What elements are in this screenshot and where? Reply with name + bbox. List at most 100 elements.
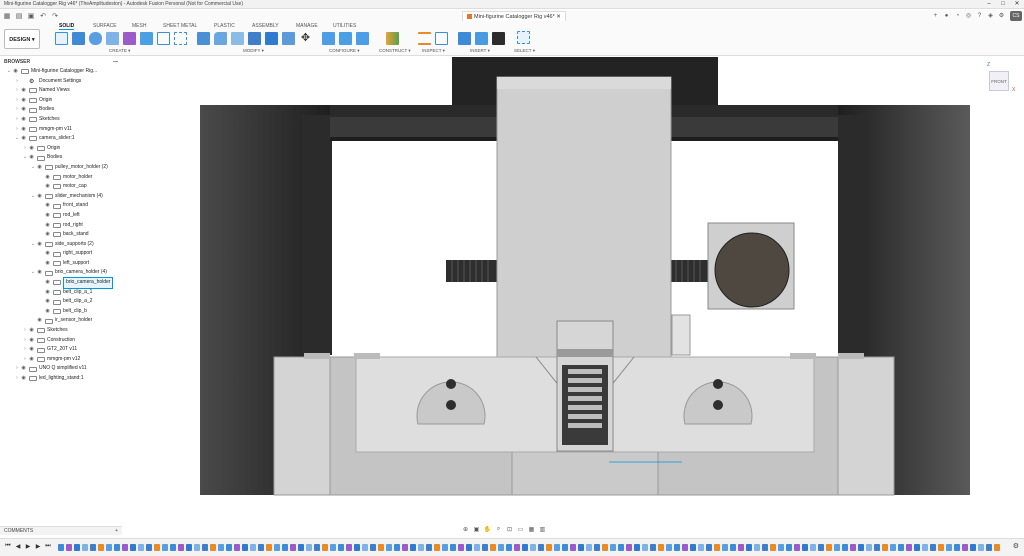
save-icon[interactable]: ▣ <box>26 12 36 21</box>
timeline-feature-icon[interactable] <box>202 544 208 551</box>
timeline-feature-icon[interactable] <box>58 544 64 551</box>
browser-row[interactable]: › ◉ Origin <box>0 144 122 154</box>
browser-row[interactable]: ◉ right_support <box>0 249 122 259</box>
job-status-icon[interactable]: ◔ <box>952 11 963 21</box>
visibility-eye-icon[interactable]: ◉ <box>20 374 27 384</box>
timeline-feature-icon[interactable] <box>138 544 144 551</box>
new-tab-icon[interactable]: + <box>930 11 941 21</box>
revolve-icon[interactable] <box>89 32 102 45</box>
insert-mesh-icon[interactable] <box>492 32 505 45</box>
visibility-eye-icon[interactable]: ◉ <box>44 288 51 298</box>
timeline-feature-icon[interactable] <box>218 544 224 551</box>
timeline-feature-icon[interactable] <box>178 544 184 551</box>
browser-row[interactable]: › ◉ mmgm-pm v11 <box>0 125 122 135</box>
timeline-feature-icon[interactable] <box>74 544 80 551</box>
timeline-feature-icon[interactable] <box>370 544 376 551</box>
combine-icon[interactable] <box>265 32 278 45</box>
visibility-eye-icon[interactable]: ◉ <box>36 163 43 173</box>
browser-row[interactable]: › ◉ UNO Q simplified v11 <box>0 364 122 374</box>
timeline-feature-icon[interactable] <box>746 544 752 551</box>
shell-icon[interactable] <box>248 32 261 45</box>
visibility-eye-icon[interactable]: ◉ <box>20 364 27 374</box>
visibility-eye-icon[interactable]: ◉ <box>44 297 51 307</box>
browser-row[interactable]: › ◉ mmgm-pm v12 <box>0 355 122 365</box>
timeline-feature-icon[interactable] <box>106 544 112 551</box>
timeline-feature-icon[interactable] <box>858 544 864 551</box>
timeline-feature-icon[interactable] <box>970 544 976 551</box>
timeline-feature-icon[interactable] <box>634 544 640 551</box>
go-to-end-icon[interactable]: ⏭ <box>43 543 53 550</box>
comments-panel[interactable]: COMMENTS + <box>0 526 122 535</box>
tab-mesh[interactable]: MESH <box>132 23 146 29</box>
visibility-eye-icon[interactable]: ◉ <box>28 153 35 163</box>
pan-icon[interactable]: ✋ <box>482 526 493 533</box>
scale-icon[interactable] <box>282 32 295 45</box>
visibility-eye-icon[interactable]: ◉ <box>28 355 35 365</box>
grid-icon[interactable]: ▦ <box>526 526 537 533</box>
browser-row[interactable]: › ◉ Origin <box>0 96 122 106</box>
visibility-eye-icon[interactable]: ◉ <box>20 125 27 135</box>
timeline-feature-icon[interactable] <box>162 544 168 551</box>
undo-icon[interactable]: ↶ <box>38 12 48 21</box>
timeline-feature-icon[interactable] <box>514 544 520 551</box>
tab-solid[interactable]: SOLID <box>59 23 75 30</box>
browser-row[interactable]: ◉ motor_cap <box>0 182 122 192</box>
timeline-feature-icon[interactable] <box>434 544 440 551</box>
insert-derive-icon[interactable] <box>458 32 471 45</box>
browser-row[interactable]: ⌄ ◉ side_supports (2) <box>0 240 122 250</box>
viewcube[interactable]: Z FRONT X <box>987 62 1015 93</box>
timeline-feature-icon[interactable] <box>994 544 1000 551</box>
browser-row[interactable]: › ◉ Bodies <box>0 105 122 115</box>
timeline-feature-icon[interactable] <box>882 544 888 551</box>
timeline-feature-icon[interactable] <box>682 544 688 551</box>
browser-row[interactable]: ◉ belt_clip_b <box>0 307 122 317</box>
extensions-icon[interactable]: ● <box>941 11 952 21</box>
timeline-feature-icon[interactable] <box>66 544 72 551</box>
timeline-feature-icon[interactable] <box>914 544 920 551</box>
browser-row[interactable]: ⌄ ◉ Mini-figurine Catalogger Rig... <box>0 67 122 77</box>
timeline-settings-icon[interactable]: ⚙ <box>1013 542 1019 550</box>
timeline-feature-icon[interactable] <box>762 544 768 551</box>
timeline-feature-icon[interactable] <box>578 544 584 551</box>
timeline-feature-icon[interactable] <box>778 544 784 551</box>
browser-row[interactable]: ◉ front_stand <box>0 201 122 211</box>
timeline-feature-icon[interactable] <box>706 544 712 551</box>
browser-row[interactable]: › ◉ Sketches <box>0 115 122 125</box>
timeline-feature-icon[interactable] <box>738 544 744 551</box>
timeline-feature-icon[interactable] <box>242 544 248 551</box>
browser-row[interactable]: ◉ motor_holder <box>0 173 122 183</box>
browser-row[interactable]: ⌄ ◉ slider_mechanism (4) <box>0 192 122 202</box>
timeline-feature-icon[interactable] <box>306 544 312 551</box>
browser-row[interactable]: ◉ belt_clip_a_1 <box>0 288 122 298</box>
hole-icon[interactable] <box>106 32 119 45</box>
viewports-icon[interactable]: ▥ <box>537 526 548 533</box>
visibility-eye-icon[interactable]: ◉ <box>44 201 51 211</box>
timeline-feature-icon[interactable] <box>122 544 128 551</box>
visibility-eye-icon[interactable]: ◉ <box>28 336 35 346</box>
visibility-eye-icon[interactable]: ◉ <box>28 345 35 355</box>
offset-plane-icon[interactable] <box>386 32 399 45</box>
timeline-feature-icon[interactable] <box>930 544 936 551</box>
visibility-eye-icon[interactable]: ◉ <box>44 278 51 288</box>
timeline-feature-icon[interactable] <box>490 544 496 551</box>
timeline-feature-icon[interactable] <box>474 544 480 551</box>
table-config-icon[interactable] <box>339 32 352 45</box>
timeline-feature-icon[interactable] <box>402 544 408 551</box>
measure-icon[interactable] <box>418 32 431 45</box>
timeline-feature-icon[interactable] <box>418 544 424 551</box>
browser-row[interactable]: ◉ ir_sensor_holder <box>0 316 122 326</box>
visibility-eye-icon[interactable]: ◉ <box>44 249 51 259</box>
timeline-feature-icon[interactable] <box>986 544 992 551</box>
timeline-feature-icon[interactable] <box>538 544 544 551</box>
timeline-feature-icon[interactable] <box>658 544 664 551</box>
timeline-feature-icon[interactable] <box>962 544 968 551</box>
visibility-eye-icon[interactable]: ◉ <box>44 230 51 240</box>
timeline-feature-icon[interactable] <box>322 544 328 551</box>
browser-row[interactable]: ⌄ ◉ camera_slider:1 <box>0 134 122 144</box>
create-sketch-icon[interactable] <box>55 32 68 45</box>
settings-icon[interactable]: ⚙ <box>996 11 1007 21</box>
timeline-feature-icon[interactable] <box>570 544 576 551</box>
config-rule-icon[interactable] <box>356 32 369 45</box>
timeline-feature-icon[interactable] <box>786 544 792 551</box>
extrude-icon[interactable] <box>72 32 85 45</box>
